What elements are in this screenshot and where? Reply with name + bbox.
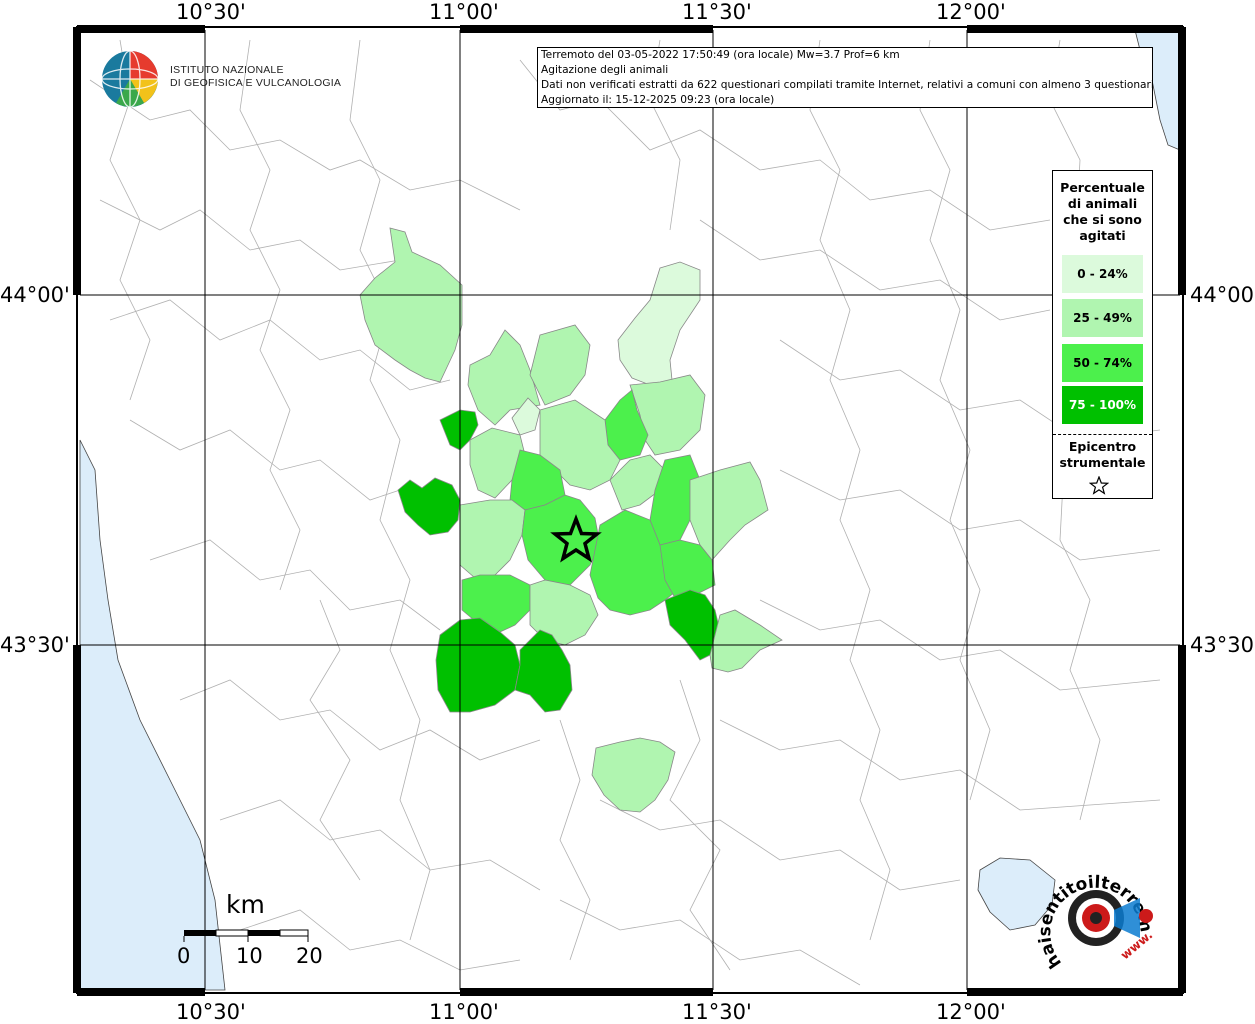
intensity-polygons (359, 227, 783, 813)
scale-label-0: 0 (177, 944, 191, 968)
bottom-tick-label-4: 12°00' (936, 1000, 1006, 1024)
bottom-tick-label-1: 10°30' (176, 1000, 246, 1024)
ingv-logo-icon (101, 50, 159, 108)
area-class-75-100 (397, 477, 461, 536)
bottom-tick-label-3: 11°30' (682, 1000, 752, 1024)
area-class-25-49 (529, 324, 591, 406)
scale-label-10: 10 (236, 944, 263, 968)
legend-star-icon (1089, 476, 1109, 495)
graticule (80, 30, 1180, 990)
data-note: Dati non verificati estratti da 622 ques… (541, 79, 1152, 91)
hsit-brand-logo-icon: haisentitoilterremoto.it www. (1030, 868, 1156, 972)
legend-title-line: Percentuale (1060, 180, 1145, 195)
legend-epicenter-line: strumentale (1059, 455, 1146, 470)
legend-title-line: di animali (1067, 196, 1138, 211)
ingv-logo-line2: DI GEOFISICA E VULCANOLOGIA (170, 77, 342, 89)
scale-label-20: 20 (296, 944, 323, 968)
area-class-25-49 (359, 227, 463, 383)
legend-title-line: che si sono (1063, 212, 1142, 227)
legend-epicenter-label: Epicentro strumentale (1053, 439, 1152, 471)
right-tick-label-1: 44°00' (1190, 283, 1255, 307)
left-tick-label-1: 44°00' (0, 283, 70, 307)
sea-areas (79, 29, 1181, 991)
legend-epicenter-line: Epicentro (1068, 439, 1137, 454)
right-tick-label-2: 43°30' (1190, 633, 1255, 657)
event-info-box: Terremoto del 03-05-2022 17:50:49 (ora l… (537, 47, 1153, 108)
scale-bar (183, 929, 309, 942)
area-class-25-49 (709, 609, 783, 673)
top-tick-label-2: 11°00' (429, 0, 499, 24)
bottom-tick-label-2: 11°00' (429, 1000, 499, 1024)
area-class-75-100 (435, 617, 521, 713)
map-subject: Agitazione degli animali (541, 64, 669, 76)
legend-title: Percentuale di animali che si sono agita… (1053, 180, 1152, 244)
area-class-0-24 (617, 261, 701, 386)
area-class-25-49 (689, 461, 769, 561)
top-tick-label-1: 10°30' (176, 0, 246, 24)
top-tick-label-4: 12°00' (936, 0, 1006, 24)
ingv-logo-line1: ISTITUTO NAZIONALE (170, 64, 284, 76)
top-tick-label-3: 11°30' (682, 0, 752, 24)
legend-item-50-74: 50 - 74% (1062, 344, 1143, 382)
map-frame (73, 25, 1186, 996)
legend-item-0-24: 0 - 24% (1062, 255, 1143, 293)
event-title: Terremoto del 03-05-2022 17:50:49 (ora l… (541, 49, 900, 61)
legend-separator (1053, 434, 1152, 435)
legend-item-25-49: 25 - 49% (1062, 299, 1143, 337)
area-class-25-49 (459, 499, 526, 579)
left-tick-label-2: 43°30' (0, 633, 70, 657)
area-class-25-49 (591, 737, 676, 813)
legend: Percentuale di animali che si sono agita… (1052, 170, 1153, 499)
ingv-logo-text: ISTITUTO NAZIONALE DI GEOFISICA E VULCAN… (170, 64, 341, 90)
update-timestamp: Aggiornato il: 15-12-2025 09:23 (ora loc… (541, 94, 775, 106)
legend-title-line: agitati (1079, 228, 1126, 243)
legend-item-75-100: 75 - 100% (1062, 386, 1143, 424)
